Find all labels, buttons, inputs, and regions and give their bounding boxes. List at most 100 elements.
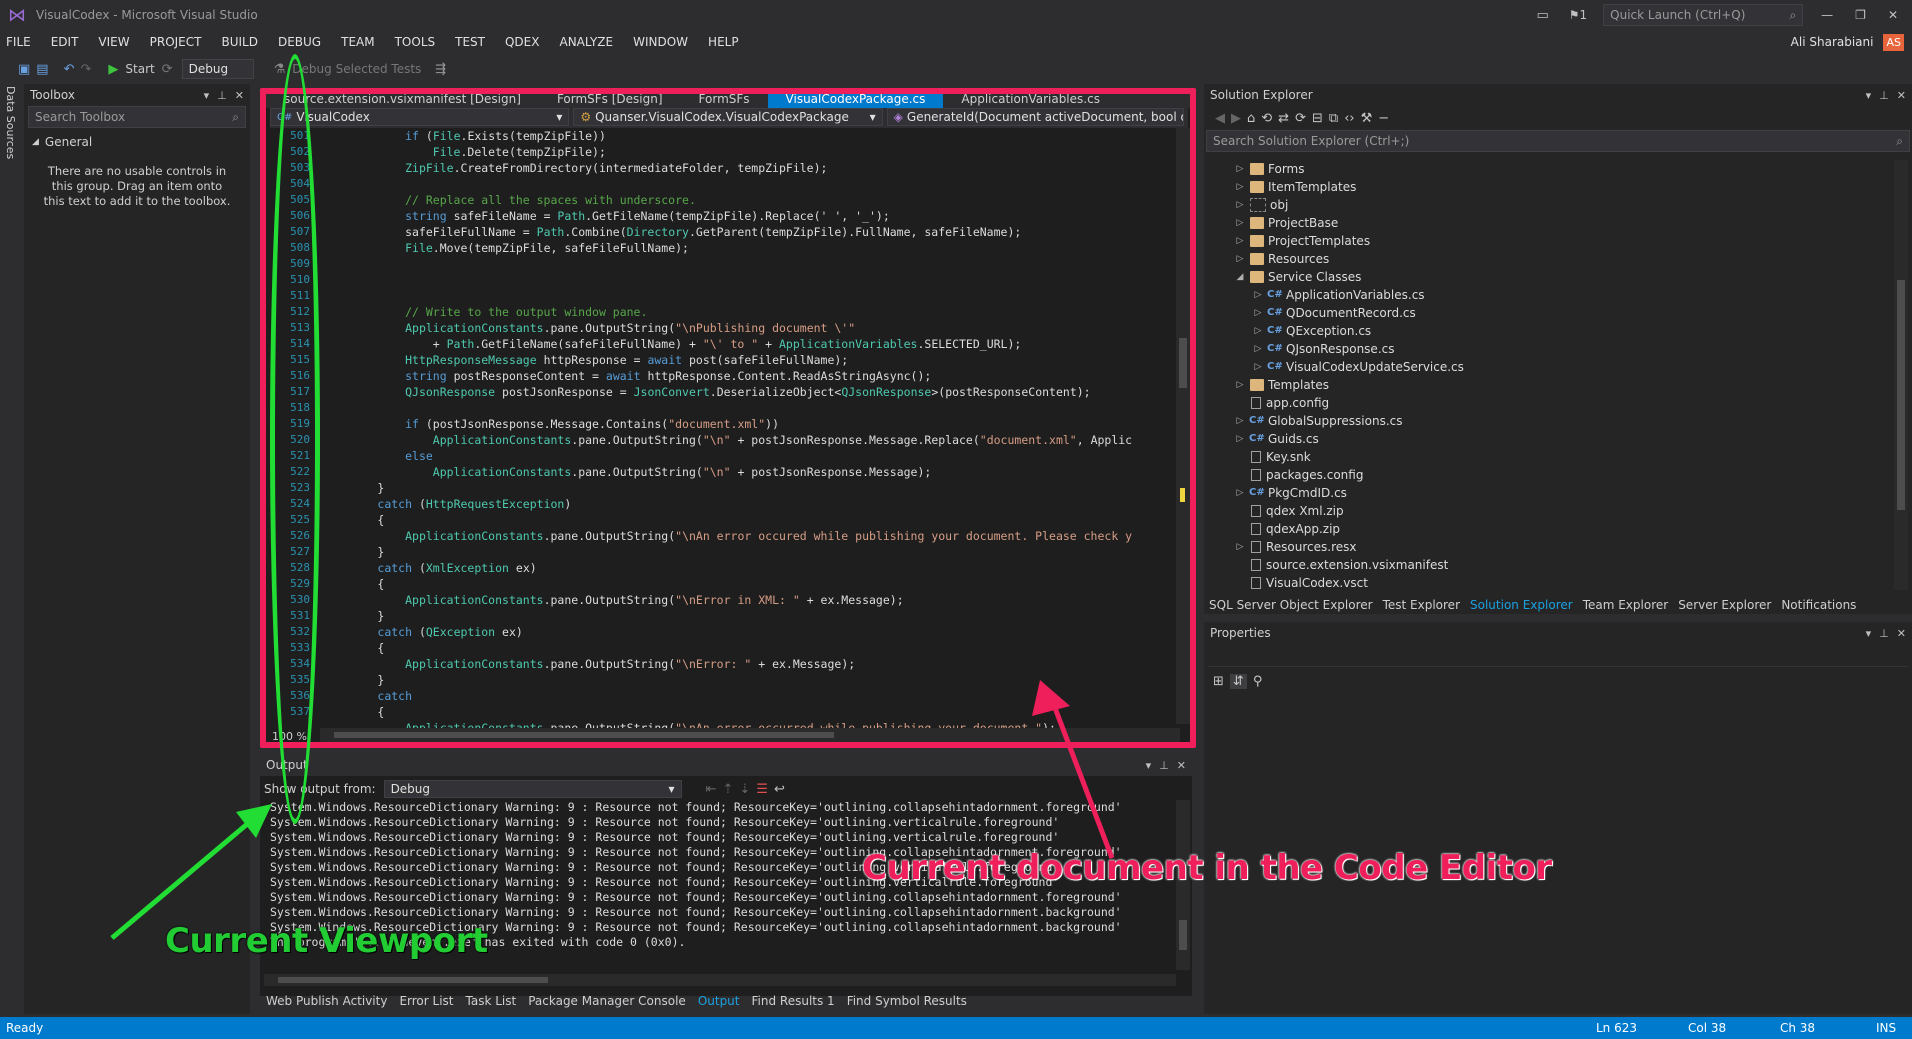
tree-item[interactable]: ▷ Resources <box>1234 250 1912 268</box>
tree-item[interactable]: ▷ C# QJsonResponse.cs <box>1234 340 1912 358</box>
user-name[interactable]: Ali Sharabiani <box>1791 35 1874 49</box>
dropdown-icon[interactable]: ▾ <box>1146 759 1152 772</box>
alphabetical-icon[interactable]: ⇵ <box>1229 673 1247 689</box>
history-icon[interactable]: ⟲ <box>1261 111 1272 126</box>
close-window-button[interactable]: ✕ <box>1888 8 1898 22</box>
menu-qdex[interactable]: QDEX <box>495 35 550 49</box>
menu-test[interactable]: TEST <box>445 35 495 49</box>
redo-icon[interactable]: ↷ <box>81 62 92 77</box>
expand-arrow-icon[interactable]: ▷ <box>1252 322 1264 340</box>
menu-edit[interactable]: EDIT <box>41 35 89 49</box>
test-icon[interactable]: ⚗ <box>274 62 286 77</box>
tree-item[interactable]: packages.config <box>1234 466 1912 484</box>
tab-notifications[interactable]: Notifications <box>1776 598 1861 612</box>
expand-arrow-icon[interactable]: ▷ <box>1252 304 1264 322</box>
toolbox-search[interactable]: Search Toolbox ⌕ <box>28 106 246 128</box>
tab-output[interactable]: Output <box>692 994 746 1008</box>
menu-window[interactable]: WINDOW <box>623 35 698 49</box>
minus-icon[interactable]: − <box>1378 111 1389 126</box>
properties-object-select[interactable] <box>1208 646 1908 667</box>
tree-item[interactable]: Key.snk <box>1234 448 1912 466</box>
collapse-arrow-icon[interactable]: ◢ <box>1234 268 1246 286</box>
refresh-icon[interactable]: ⟳ <box>162 62 173 77</box>
pin-icon[interactable]: ⊥ <box>1879 627 1889 640</box>
expand-arrow-icon[interactable]: ▷ <box>1234 412 1246 430</box>
tab-find-results-1[interactable]: Find Results 1 <box>746 994 841 1008</box>
clear-all-icon[interactable]: ☰ <box>756 782 768 797</box>
expand-arrow-icon[interactable]: ▷ <box>1234 484 1246 502</box>
find-message-icon[interactable]: ⇤ <box>706 782 717 797</box>
pin-icon[interactable]: ⊥ <box>1159 759 1169 772</box>
menu-team[interactable]: TEAM <box>331 35 384 49</box>
tree-item[interactable]: qdexApp.zip <box>1234 520 1912 538</box>
previous-message-icon[interactable]: ⇡ <box>722 782 733 797</box>
forward-icon[interactable]: ▶ <box>1231 111 1241 126</box>
tree-item[interactable]: ▷ C# QDocumentRecord.cs <box>1234 304 1912 322</box>
tree-item[interactable]: ▷ ItemTemplates <box>1234 178 1912 196</box>
tab-find-symbol-results[interactable]: Find Symbol Results <box>841 994 973 1008</box>
save-icon[interactable]: ▣ <box>18 62 30 77</box>
categorized-icon[interactable]: ⊞ <box>1213 674 1224 689</box>
refresh-icon[interactable]: ⟳ <box>1295 111 1306 126</box>
tree-item[interactable]: source.extension.vsixmanifest <box>1234 556 1912 574</box>
menu-help[interactable]: HELP <box>698 35 749 49</box>
dropdown-icon[interactable]: ▾ <box>1866 89 1872 102</box>
tree-item[interactable]: ▷ C# Guids.cs <box>1234 430 1912 448</box>
tab-test-explorer[interactable]: Test Explorer <box>1378 598 1465 612</box>
expand-arrow-icon[interactable]: ▷ <box>1234 214 1246 232</box>
scrollbar-thumb[interactable] <box>278 977 548 983</box>
view-code-icon[interactable]: ‹› <box>1344 111 1354 126</box>
tree-item[interactable]: ▷ ProjectBase <box>1234 214 1912 232</box>
quick-launch-box[interactable]: Quick Launch (Ctrl+Q) ⌕ <box>1603 4 1804 26</box>
next-message-icon[interactable]: ⇣ <box>739 782 750 797</box>
sync-icon[interactable]: ⇄ <box>1278 111 1289 126</box>
output-horizontal-scrollbar[interactable] <box>264 974 1176 986</box>
tree-item[interactable]: ▷ C# GlobalSuppressions.cs <box>1234 412 1912 430</box>
word-wrap-icon[interactable]: ↩ <box>774 782 785 797</box>
solution-explorer-scrollbar[interactable] <box>1894 160 1908 590</box>
tab-sql-server-object-explorer[interactable]: SQL Server Object Explorer <box>1204 598 1378 612</box>
collapse-all-icon[interactable]: ⊟ <box>1312 111 1323 126</box>
feedback-icon[interactable]: ▭ <box>1536 8 1548 23</box>
dropdown-icon[interactable]: ▾ <box>1866 627 1872 640</box>
tree-item[interactable]: ▷ obj <box>1234 196 1912 214</box>
tab-server-explorer[interactable]: Server Explorer <box>1673 598 1776 612</box>
expand-arrow-icon[interactable]: ▷ <box>1234 538 1246 556</box>
tree-item[interactable]: qdex Xml.zip <box>1234 502 1912 520</box>
pin-icon[interactable]: ⊥ <box>1879 89 1889 102</box>
dropdown-icon[interactable]: ▾ <box>204 89 210 102</box>
menu-view[interactable]: VIEW <box>88 35 139 49</box>
show-all-files-icon[interactable]: ⧉ <box>1329 111 1338 126</box>
tree-item[interactable]: VisualCodex.vsct <box>1234 574 1912 592</box>
tree-item[interactable]: ▷ Resources.resx <box>1234 538 1912 556</box>
menu-project[interactable]: PROJECT <box>140 35 212 49</box>
solution-search[interactable]: Search Solution Explorer (Ctrl+;) ⌕ <box>1206 130 1910 152</box>
expand-arrow-icon[interactable]: ▷ <box>1234 232 1246 250</box>
solution-configuration-select[interactable]: Debug <box>181 59 254 79</box>
back-icon[interactable]: ◀ <box>1215 111 1225 126</box>
restore-button[interactable]: ❐ <box>1855 8 1866 22</box>
tree-item[interactable]: ▷ C# ApplicationVariables.cs <box>1234 286 1912 304</box>
expand-arrow-icon[interactable]: ▷ <box>1234 178 1246 196</box>
tree-item[interactable]: app.config <box>1234 394 1912 412</box>
expand-arrow-icon[interactable]: ▷ <box>1234 250 1246 268</box>
debug-selected-tests-button[interactable]: Debug Selected Tests <box>292 62 421 76</box>
close-icon[interactable]: ✕ <box>1897 89 1906 102</box>
output-source-select[interactable]: Debug ▾ <box>383 780 682 798</box>
properties-wrench-icon[interactable]: ⚒ <box>1361 111 1373 126</box>
toolbox-group-general[interactable]: ◢ General <box>24 132 250 152</box>
expand-arrow-icon[interactable]: ▷ <box>1252 286 1264 304</box>
tree-item[interactable]: ▷ C# VisualCodexUpdateService.cs <box>1234 358 1912 376</box>
expand-arrow-icon[interactable]: ▷ <box>1234 160 1246 178</box>
expand-arrow-icon[interactable]: ▷ <box>1234 376 1246 394</box>
expand-arrow-icon[interactable]: ▷ <box>1252 358 1264 376</box>
expand-arrow-icon[interactable]: ▷ <box>1252 340 1264 358</box>
expand-arrow-icon[interactable]: ▷ <box>1234 430 1246 448</box>
toolbar-options-icon[interactable]: ⇶ <box>435 62 446 77</box>
menu-analyze[interactable]: ANALYZE <box>549 35 623 49</box>
tab-error-list[interactable]: Error List <box>393 994 459 1008</box>
tab-task-list[interactable]: Task List <box>460 994 523 1008</box>
property-pages-icon[interactable]: ⚲ <box>1253 674 1263 689</box>
scrollbar-thumb[interactable] <box>1179 920 1187 950</box>
tab-team-explorer[interactable]: Team Explorer <box>1578 598 1674 612</box>
